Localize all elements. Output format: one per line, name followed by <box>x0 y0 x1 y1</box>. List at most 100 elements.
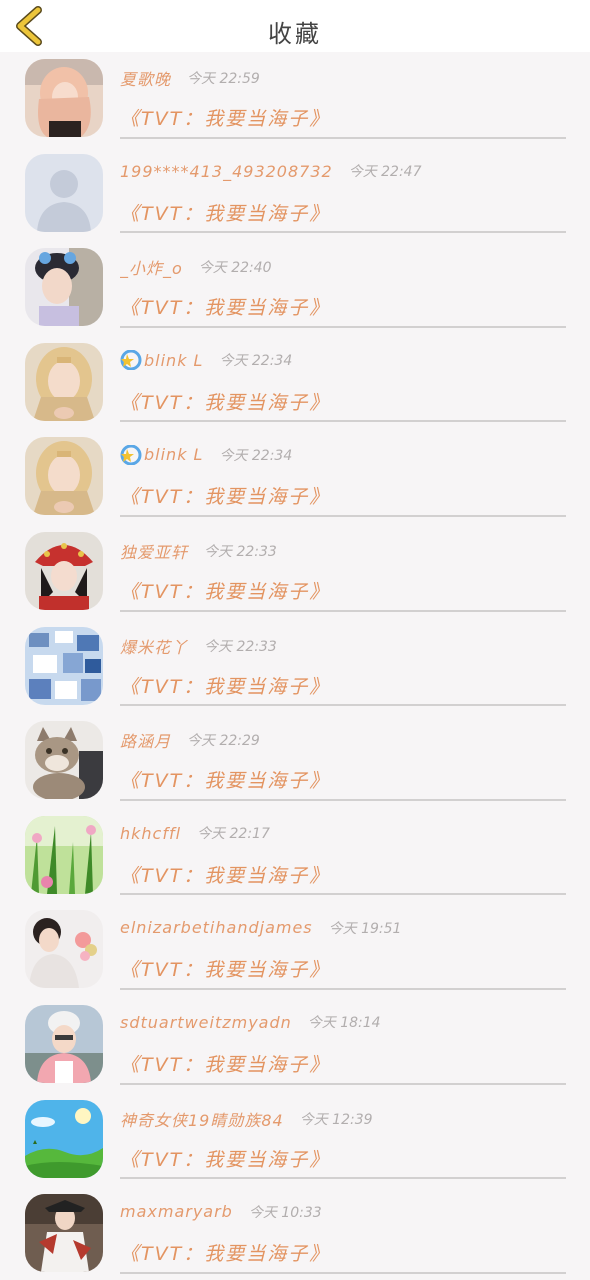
favorite-list-item[interactable]: _小炸_o 今天 22:40 《TVT：我要当海子》 <box>0 241 590 336</box>
favorite-list-item[interactable]: hkhcffl 今天 22:17 《TVT：我要当海子》 <box>0 809 590 904</box>
timestamp: 今天 22:40 <box>198 260 272 277</box>
favorite-title[interactable]: 《TVT：我要当海子》 <box>120 1145 330 1172</box>
item-meta: 夏歌晚 今天 22:59 <box>120 66 566 90</box>
divider <box>120 1177 566 1180</box>
user-name[interactable]: blink L <box>144 445 203 464</box>
timestamp: 今天 19:51 <box>328 920 402 937</box>
avatar-image <box>25 1004 103 1083</box>
item-meta: hkhcffl 今天 22:17 <box>120 823 566 847</box>
user-name[interactable]: 199****413_493208732 <box>120 162 333 181</box>
user-name[interactable]: blink L <box>144 351 203 370</box>
avatar[interactable] <box>25 437 103 516</box>
item-meta: blink L 今天 22:34 <box>120 350 566 374</box>
favorite-title[interactable]: 《TVT：我要当海子》 <box>120 955 330 982</box>
user-name[interactable]: 神奇女侠19睛勋族84 <box>120 1111 284 1130</box>
user-name[interactable]: 夏歌晚 <box>120 70 171 89</box>
user-name[interactable]: 路涵月 <box>120 732 171 751</box>
divider <box>120 136 566 139</box>
favorite-title[interactable]: 《TVT：我要当海子》 <box>120 104 330 131</box>
item-meta: 神奇女侠19睛勋族84 今天 12:39 <box>120 1107 566 1131</box>
favorite-list-item[interactable]: elnizarbetihandjames 今天 19:51 《TVT：我要当海子》 <box>0 903 590 998</box>
avatar[interactable] <box>25 531 103 610</box>
favorite-list-item[interactable]: 神奇女侠19睛勋族84 今天 12:39 《TVT：我要当海子》 <box>0 1093 590 1188</box>
item-meta: maxmaryarb 今天 10:33 <box>120 1201 566 1225</box>
user-name[interactable]: 爆米花丫 <box>120 638 188 657</box>
item-meta: 爆米花丫 今天 22:33 <box>120 634 566 658</box>
favorites-list: 夏歌晚 今天 22:59 《TVT：我要当海子》 199****413_4932087… <box>0 52 590 1280</box>
item-meta: blink L 今天 22:34 <box>120 444 566 468</box>
avatar[interactable] <box>25 815 103 894</box>
divider <box>120 893 566 896</box>
item-meta: 199****413_493208732 今天 22:47 <box>120 161 566 185</box>
user-name[interactable]: _小炸_o <box>120 259 183 278</box>
user-name[interactable]: maxmaryarb <box>120 1202 233 1221</box>
item-meta: 独爱亚轩 今天 22:33 <box>120 539 566 563</box>
avatar-image <box>25 1099 103 1178</box>
favorite-list-item[interactable]: 夏歌晚 今天 22:59 《TVT：我要当海子》 <box>0 52 590 147</box>
avatar[interactable] <box>25 59 103 137</box>
favorite-list-item[interactable]: sdtuartweitzmyadn 今天 18:14 《TVT：我要当海子》 <box>0 998 590 1093</box>
avatar-image <box>25 59 103 137</box>
favorite-title[interactable]: 《TVT：我要当海子》 <box>120 1050 330 1077</box>
avatar[interactable] <box>25 1194 103 1273</box>
divider <box>120 1271 566 1274</box>
item-meta: _小炸_o 今天 22:40 <box>120 255 566 279</box>
avatar[interactable] <box>25 626 103 705</box>
user-name[interactable]: sdtuartweitzmyadn <box>120 1013 292 1032</box>
user-name[interactable]: hkhcffl <box>120 824 181 843</box>
favorite-title[interactable]: 《TVT：我要当海子》 <box>120 672 330 699</box>
avatar-image <box>25 626 103 705</box>
divider <box>120 704 566 707</box>
avatar[interactable] <box>25 721 103 800</box>
favorite-title[interactable]: 《TVT：我要当海子》 <box>120 388 330 415</box>
timestamp: 今天 22:33 <box>204 543 277 560</box>
favorite-title[interactable]: 《TVT：我要当海子》 <box>120 766 330 793</box>
avatar[interactable] <box>25 910 103 989</box>
avatar-image <box>25 721 103 800</box>
favorite-title[interactable]: 《TVT：我要当海子》 <box>120 199 330 226</box>
divider <box>120 1082 566 1085</box>
timestamp: 今天 22:33 <box>204 638 277 655</box>
divider <box>120 231 566 234</box>
timestamp: 今天 18:14 <box>307 1015 381 1032</box>
avatar[interactable] <box>25 1004 103 1083</box>
favorite-title[interactable]: 《TVT：我要当海子》 <box>120 482 330 509</box>
avatar-image <box>25 153 103 232</box>
favorite-title[interactable]: 《TVT：我要当海子》 <box>120 861 330 888</box>
favorite-list-item[interactable]: maxmaryarb 今天 10:33 《TVT：我要当海子》 <box>0 1187 590 1280</box>
favorite-list-item[interactable]: blink L 今天 22:34 《TVT：我要当海子》 <box>0 336 590 431</box>
favorite-title[interactable]: 《TVT：我要当海子》 <box>120 577 330 604</box>
avatar[interactable] <box>25 248 103 327</box>
avatar-image <box>25 437 103 516</box>
divider <box>120 609 566 612</box>
item-meta: elnizarbetihandjames 今天 19:51 <box>120 917 566 941</box>
divider <box>120 798 566 801</box>
divider <box>120 987 566 990</box>
avatar-image <box>25 248 103 327</box>
user-name[interactable]: elnizarbetihandjames <box>120 918 313 937</box>
user-name[interactable]: 独爱亚轩 <box>120 543 188 562</box>
avatar-image <box>25 910 103 989</box>
favorite-list-item[interactable]: 独爱亚轩 今天 22:33 《TVT：我要当海子》 <box>0 525 590 620</box>
page-title: 收藏 <box>268 20 322 48</box>
item-meta: 路涵月 今天 22:29 <box>120 728 566 752</box>
favorite-list-item[interactable]: 爆米花丫 今天 22:33 《TVT：我要当海子》 <box>0 620 590 715</box>
favorites-page: 收藏 夏歌晚 今天 22:59 《TVT：我要当海子》 199****413_4932… <box>0 0 590 1280</box>
timestamp: 今天 22:34 <box>219 447 293 464</box>
favorite-title[interactable]: 《TVT：我要当海子》 <box>120 293 330 320</box>
blink-badge-icon <box>120 444 142 465</box>
favorite-list-item[interactable]: 路涵月 今天 22:29 《TVT：我要当海子》 <box>0 714 590 809</box>
timestamp: 今天 22:59 <box>187 71 260 87</box>
avatar[interactable] <box>25 153 103 232</box>
avatar-image <box>25 342 103 421</box>
avatar-image <box>25 815 103 894</box>
favorite-list-item[interactable]: blink L 今天 22:34 《TVT：我要当海子》 <box>0 430 590 525</box>
divider <box>120 514 566 517</box>
favorite-title[interactable]: 《TVT：我要当海子》 <box>120 1239 330 1266</box>
favorite-list-item[interactable]: 199****413_493208732 今天 22:47 《TVT：我要当海子》 <box>0 147 590 242</box>
avatar[interactable] <box>25 1099 103 1178</box>
avatar[interactable] <box>25 342 103 421</box>
divider <box>120 325 566 328</box>
divider <box>120 420 566 423</box>
avatar-image <box>25 531 103 610</box>
